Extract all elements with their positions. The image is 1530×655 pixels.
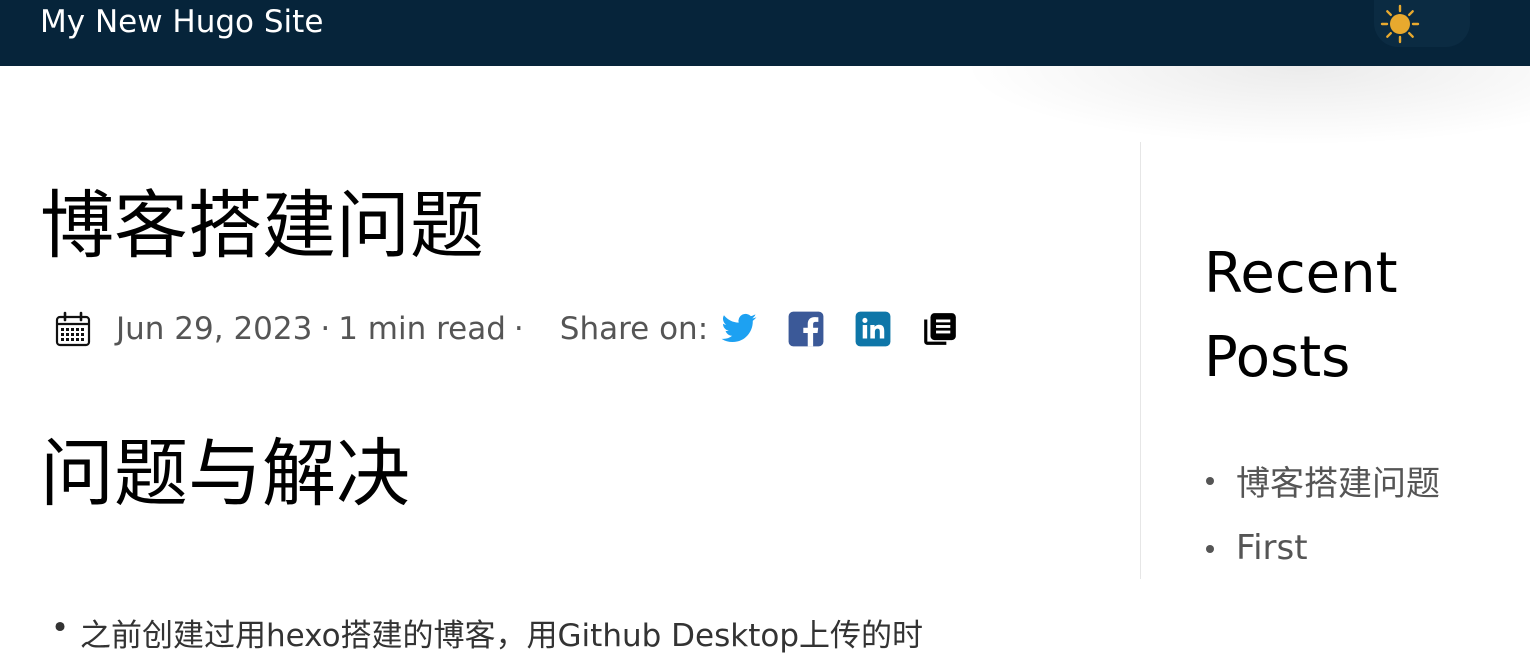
sun-icon <box>1380 4 1420 44</box>
top-navbar: My New Hugo Site <box>0 0 1530 66</box>
recent-posts-list: 博客搭建问题 First <box>1206 446 1440 582</box>
recent-post-item: 博客搭建问题 <box>1206 446 1440 514</box>
list-item-text: 之前创建过用hexo搭建的博客，用Github Desktop上传的时 <box>80 618 923 654</box>
recent-post-link[interactable]: 博客搭建问题 <box>1236 456 1440 505</box>
post-body-list: • 之前创建过用hexo搭建的博客，用Github Desktop上传的时 <box>40 610 923 655</box>
meta-separator: · <box>320 311 331 347</box>
list-bullet: • <box>50 610 70 646</box>
post-title: 博客搭建问题 <box>40 183 484 269</box>
post-meta: Jun 29, 2023 · 1 min read · Share on: <box>54 306 988 352</box>
sidebar-divider <box>1140 142 1141 579</box>
list-bullet <box>1206 477 1214 485</box>
calendar-icon <box>55 311 91 347</box>
recent-posts-title: Recent Posts <box>1204 241 1398 390</box>
navbar-shadow <box>960 66 1530 146</box>
recent-post-item: First <box>1206 514 1440 582</box>
theme-toggle-button[interactable] <box>1374 0 1470 47</box>
post-date: Jun 29, 2023 <box>116 311 313 347</box>
meta-separator: · <box>513 311 524 347</box>
recent-post-link[interactable]: First <box>1236 528 1308 568</box>
facebook-icon[interactable] <box>787 310 825 348</box>
read-time: 1 min read <box>338 311 506 347</box>
list-bullet <box>1206 545 1214 553</box>
twitter-icon[interactable] <box>720 310 758 348</box>
section-heading: 问题与解决 <box>40 431 410 517</box>
site-title-link[interactable]: My New Hugo Site <box>40 2 323 42</box>
copy-link-icon[interactable] <box>921 310 959 348</box>
linkedin-icon[interactable] <box>854 310 892 348</box>
list-item: • 之前创建过用hexo搭建的博客，用Github Desktop上传的时 <box>40 610 923 655</box>
share-label: Share on: <box>559 311 709 347</box>
